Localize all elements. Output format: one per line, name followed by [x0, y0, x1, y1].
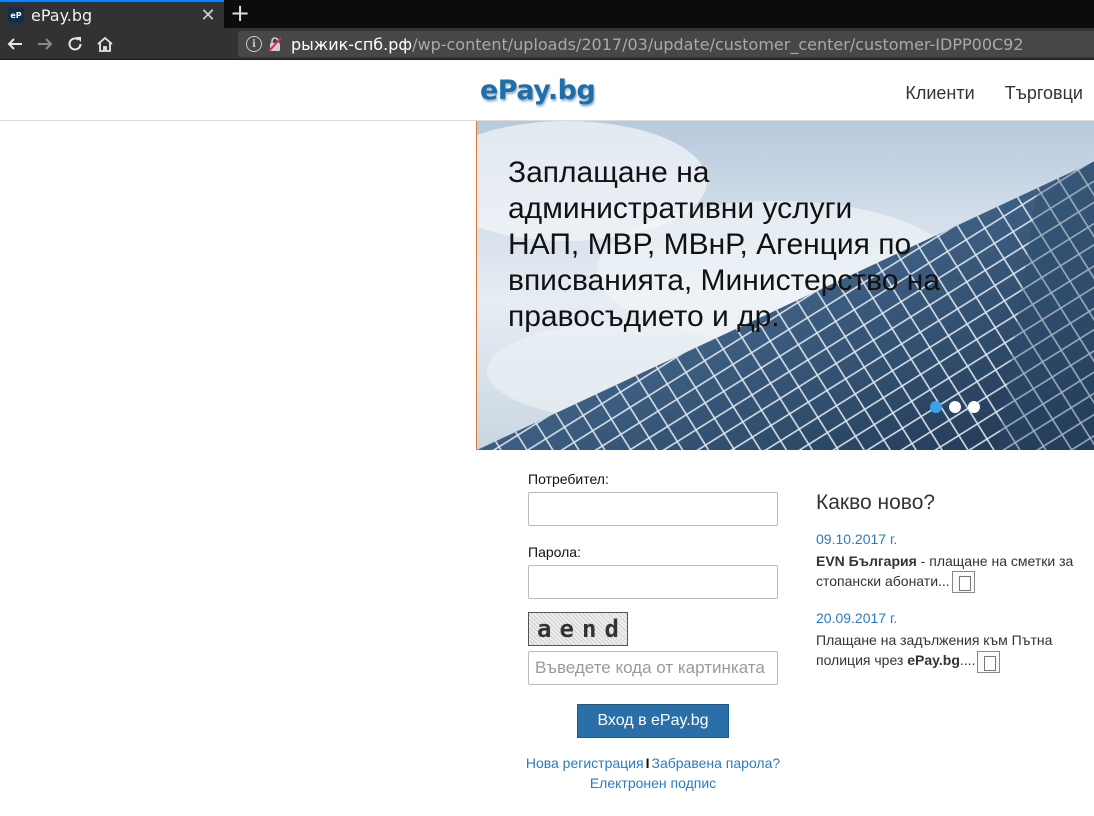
browser-tab-bar: eP ePay.bg ✕ + [0, 0, 1094, 28]
news-body: Плащане на задължения към Пътна полиция … [816, 630, 1076, 673]
pdf-icon[interactable] [951, 571, 975, 594]
pdf-icon[interactable] [977, 650, 1001, 673]
site-header: ePay.bg Клиенти Търговци [0, 61, 1094, 121]
top-navigation: Клиенти Търговци [905, 83, 1083, 104]
nav-link-clients[interactable]: Клиенти [905, 83, 974, 104]
news-section: Какво ново? 09.10.2017 г. EVN България -… [816, 491, 1076, 690]
banner-headline: Заплащане на административни услуги НАП,… [508, 155, 948, 335]
url-text: рыжик-спб.рф/wp-content/uploads/2017/03/… [291, 35, 1024, 54]
reload-button[interactable] [63, 32, 87, 56]
home-button[interactable] [93, 32, 117, 56]
captcha-char: e [559, 615, 574, 643]
banner-line-2: НАП, МВР, МВнР, Агенция по вписванията, … [508, 228, 941, 333]
electronic-signature-link[interactable]: Електронен подпис [590, 775, 716, 791]
news-item: 20.09.2017 г. Плащане на задължения към … [816, 610, 1076, 673]
login-links: Нова регистрация I Забравена парола? Елект… [518, 753, 788, 793]
back-arrow-icon [7, 38, 22, 50]
home-icon [97, 36, 113, 52]
news-bold: ePay.bg [907, 652, 960, 669]
news-text: .... [959, 652, 976, 669]
info-icon[interactable]: i [246, 36, 262, 52]
news-date[interactable]: 20.09.2017 г. [816, 610, 1076, 626]
browser-tab[interactable]: eP ePay.bg ✕ [0, 0, 224, 28]
carousel-dot-3[interactable] [968, 401, 980, 413]
login-form: Потребител: Парола: a e n d Вход в ePay.… [526, 471, 788, 791]
news-title: Какво ново? [816, 491, 936, 514]
news-item: 09.10.2017 г. EVN България - плащане на … [816, 531, 1076, 594]
url-host: рыжик-спб.рф [291, 34, 413, 54]
captcha-input[interactable] [528, 651, 778, 685]
news-bold: EVN България [816, 553, 917, 569]
address-bar[interactable]: i рыжик-спб.рф/wp-content/uploads/2017/0… [238, 31, 1094, 57]
captcha-char: a [537, 615, 552, 643]
back-button[interactable] [3, 32, 27, 56]
new-tab-button[interactable]: + [229, 1, 251, 26]
login-button[interactable]: Вход в ePay.bg [577, 704, 729, 738]
forward-button[interactable] [33, 32, 57, 56]
browser-toolbar: i рыжик-спб.рф/wp-content/uploads/2017/0… [0, 28, 1094, 60]
banner-line-1: Заплащане на административни услуги [508, 156, 853, 225]
username-label: Потребител: [528, 471, 609, 487]
tab-title: ePay.bg [31, 5, 93, 25]
password-label: Парола: [528, 544, 581, 560]
web-page: ePay.bg Клиенти Търговци Заплащане на ад… [0, 61, 1094, 816]
news-body: EVN България - плащане на сметки за стоп… [816, 551, 1076, 594]
carousel-dot-2[interactable] [949, 401, 961, 413]
carousel-dot-1[interactable] [930, 401, 942, 413]
news-date[interactable]: 09.10.2017 г. [816, 531, 1076, 547]
forward-arrow-icon [38, 38, 53, 50]
hero-banner: Заплащане на административни услуги НАП,… [476, 121, 1094, 450]
captcha-char: d [604, 615, 619, 643]
username-input[interactable] [528, 492, 778, 526]
captcha-image: a e n d [528, 612, 628, 646]
favicon-icon: eP [8, 7, 24, 23]
password-input[interactable] [528, 565, 778, 599]
carousel-indicators [930, 401, 980, 413]
nav-link-merchants[interactable]: Търговци [1005, 83, 1083, 104]
captcha-char: n [582, 615, 597, 643]
epay-logo[interactable]: ePay.bg [480, 75, 596, 106]
insecure-lock-icon [267, 36, 283, 52]
close-tab-icon[interactable]: ✕ [198, 5, 218, 26]
register-link[interactable]: Нова регистрация [526, 755, 644, 771]
reload-icon [68, 37, 82, 51]
url-path: /wp-content/uploads/2017/03/update/custo… [412, 34, 1024, 54]
forgot-password-link[interactable]: Забравена парола? [651, 755, 780, 771]
